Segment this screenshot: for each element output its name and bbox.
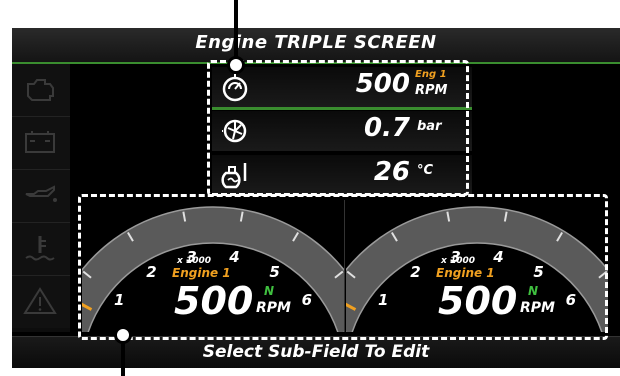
gauges-highlight-box	[78, 194, 608, 340]
sidebar	[12, 64, 70, 332]
sidebar-item-coolant[interactable]	[12, 223, 70, 276]
engine-check-icon	[27, 79, 54, 101]
footer-bar: Select Sub-Field To Edit	[12, 336, 620, 368]
title-bar: Engine TRIPLE SCREEN	[12, 28, 620, 64]
sidebar-item-engine[interactable]	[12, 64, 70, 117]
readings-highlight-box	[207, 60, 469, 196]
oil-can-icon	[25, 185, 57, 202]
callout-line-bottom	[121, 340, 125, 376]
callout-line-top	[234, 0, 238, 58]
callout-marker-top	[227, 56, 245, 74]
sidebar-item-battery[interactable]	[12, 117, 70, 170]
warning-triangle-icon	[23, 287, 57, 314]
callout-marker-bottom	[114, 326, 132, 344]
sidebar-item-oil[interactable]	[12, 170, 70, 223]
coolant-temp-icon	[25, 236, 55, 261]
battery-icon	[25, 131, 55, 153]
screen-title: Engine TRIPLE SCREEN	[195, 32, 437, 53]
footer-instruction: Select Sub-Field To Edit	[202, 342, 430, 362]
sidebar-item-warning[interactable]	[12, 276, 70, 328]
